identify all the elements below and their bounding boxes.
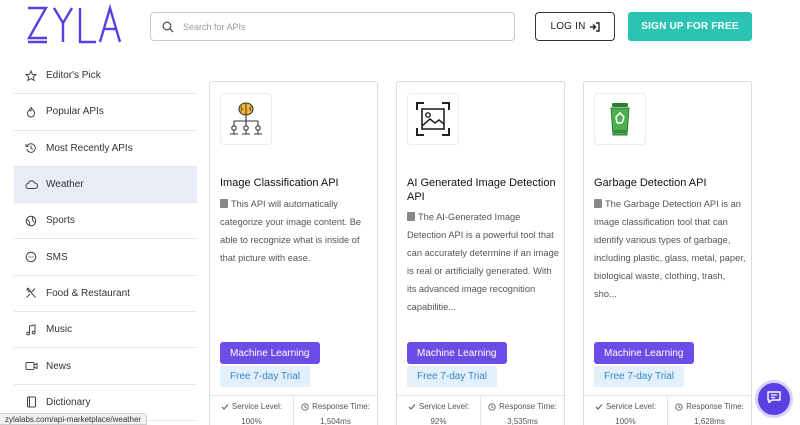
service-level-label: Service Level: xyxy=(605,402,657,411)
login-button[interactable]: LOG IN xyxy=(535,12,615,41)
card-stats: Service Level: 100% Response Time: 1,504… xyxy=(210,395,377,425)
video-icon xyxy=(24,359,38,373)
response-time-stat: Response Time: 1,504ms xyxy=(293,396,377,425)
card-description-text: The AI-Generated Image Detection API is … xyxy=(407,212,559,312)
sidebar-item-sports[interactable]: Sports xyxy=(14,203,197,240)
search-icon xyxy=(153,13,183,40)
card-stats: Service Level: 92% Response Time: 3,535m… xyxy=(397,395,564,425)
category-tag[interactable]: Machine Learning xyxy=(594,342,694,364)
sidebar-item-label: News xyxy=(46,360,72,372)
service-level-label: Service Level: xyxy=(418,402,470,411)
sidebar-item-label: Editor's Pick xyxy=(46,70,101,82)
card-description-text: The Garbage Detection API is an image cl… xyxy=(594,199,746,299)
sidebar-item-label: Food & Restaurant xyxy=(46,287,130,299)
card-stats: Service Level: 100% Response Time: 1,628… xyxy=(584,395,751,425)
clock-icon xyxy=(301,402,309,411)
response-time-stat: Response Time: 1,628ms xyxy=(667,396,751,425)
cloud-icon xyxy=(24,178,38,192)
signup-label: SIGN UP FOR FREE xyxy=(641,21,739,32)
api-card-image-classification[interactable]: Image Classification API This API will a… xyxy=(209,81,378,425)
header: LOG IN SIGN UP FOR FREE xyxy=(0,0,800,56)
api-card-garbage-detection[interactable]: Garbage Detection API The Garbage Detect… xyxy=(583,81,752,425)
message-icon xyxy=(24,250,38,264)
response-time-stat: Response Time: 3,535ms xyxy=(480,396,564,425)
service-level-value: 92% xyxy=(430,417,447,425)
page: LOG IN SIGN UP FOR FREE Editor's Pick Po… xyxy=(0,0,800,425)
sidebar-item-label: Weather xyxy=(46,179,84,191)
service-level-stat: Service Level: 92% xyxy=(397,396,480,425)
history-icon xyxy=(24,141,38,155)
login-label: LOG IN xyxy=(550,21,586,32)
book-icon xyxy=(220,199,228,208)
checkmark-icon xyxy=(221,403,229,411)
checkmark-icon xyxy=(595,403,603,411)
response-time-value: 1,628ms xyxy=(694,417,725,425)
api-card-ai-generated-image-detection[interactable]: AI Generated Image Detection API The AI-… xyxy=(396,81,565,425)
service-level-stat: Service Level: 100% xyxy=(584,396,667,425)
sidebar-item-label: Sports xyxy=(46,215,75,227)
card-title[interactable]: AI Generated Image Detection API xyxy=(407,176,559,204)
sidebar-item-label: SMS xyxy=(46,251,68,263)
service-level-label: Service Level: xyxy=(231,402,283,411)
trial-badge: Free 7-day Trial xyxy=(407,366,498,387)
category-tag[interactable]: Machine Learning xyxy=(407,342,507,364)
response-time-label: Response Time: xyxy=(312,402,370,411)
sidebar-item-most-recently-apis[interactable]: Most Recently APIs xyxy=(14,131,197,167)
chat-button[interactable] xyxy=(755,380,793,418)
sidebar-item-label: Dictionary xyxy=(46,396,91,408)
chat-icon xyxy=(766,390,782,409)
response-time-value: 1,504ms xyxy=(320,417,351,425)
clock-icon xyxy=(675,402,683,411)
sign-in-icon xyxy=(589,21,600,32)
service-level-value: 100% xyxy=(241,417,262,425)
flame-icon xyxy=(24,105,38,119)
book-icon xyxy=(594,199,602,208)
book-icon xyxy=(407,212,415,221)
sidebar-item-popular-apis[interactable]: Popular APIs xyxy=(14,94,197,131)
book-icon xyxy=(24,395,38,409)
sidebar-item-editors-pick[interactable]: Editor's Pick xyxy=(14,58,197,95)
sidebar-item-music[interactable]: Music xyxy=(14,312,197,349)
sidebar-item-label: Music xyxy=(46,324,73,336)
zyla-logo[interactable] xyxy=(26,4,126,48)
card-description-text: This API will automatically categorize y… xyxy=(220,199,362,263)
card-description: The Garbage Detection API is an image cl… xyxy=(594,195,749,303)
sidebar-item-weather[interactable]: Weather xyxy=(14,166,197,204)
card-description: This API will automatically categorize y… xyxy=(220,195,375,267)
response-time-value: 3,535ms xyxy=(507,417,538,425)
sidebar-item-label: Popular APIs xyxy=(46,106,104,118)
sidebar-item-sms[interactable]: SMS xyxy=(14,239,197,276)
utensils-icon xyxy=(24,286,38,300)
trial-badge: Free 7-day Trial xyxy=(594,366,685,387)
search-bar[interactable] xyxy=(150,12,515,41)
response-time-label: Response Time: xyxy=(499,402,557,411)
star-icon xyxy=(24,69,38,83)
service-level-value: 100% xyxy=(615,417,636,425)
card-description: The AI-Generated Image Detection API is … xyxy=(407,208,562,316)
music-note-icon xyxy=(24,323,38,337)
search-input[interactable] xyxy=(183,21,503,32)
status-url-bar: zylalabs.com/api-marketplace/weather xyxy=(0,413,148,425)
card-title[interactable]: Garbage Detection API xyxy=(594,176,746,190)
category-sidebar: Editor's Pick Popular APIs Most Recently… xyxy=(14,58,197,425)
clock-icon xyxy=(488,402,496,411)
service-level-stat: Service Level: 100% xyxy=(210,396,293,425)
card-title[interactable]: Image Classification API xyxy=(220,176,372,190)
sidebar-item-food-restaurant[interactable]: Food & Restaurant xyxy=(14,276,197,313)
signup-button[interactable]: SIGN UP FOR FREE xyxy=(628,12,752,41)
image-scan-icon xyxy=(407,93,459,145)
sidebar-item-label: Most Recently APIs xyxy=(46,142,133,154)
sidebar-item-news[interactable]: News xyxy=(14,348,197,385)
response-time-label: Response Time: xyxy=(686,402,744,411)
recycle-bin-icon xyxy=(594,93,646,145)
category-tag[interactable]: Machine Learning xyxy=(220,342,320,364)
checkmark-icon xyxy=(408,403,416,411)
ball-icon xyxy=(24,214,38,228)
brain-network-icon xyxy=(220,93,272,145)
trial-badge: Free 7-day Trial xyxy=(220,366,311,387)
